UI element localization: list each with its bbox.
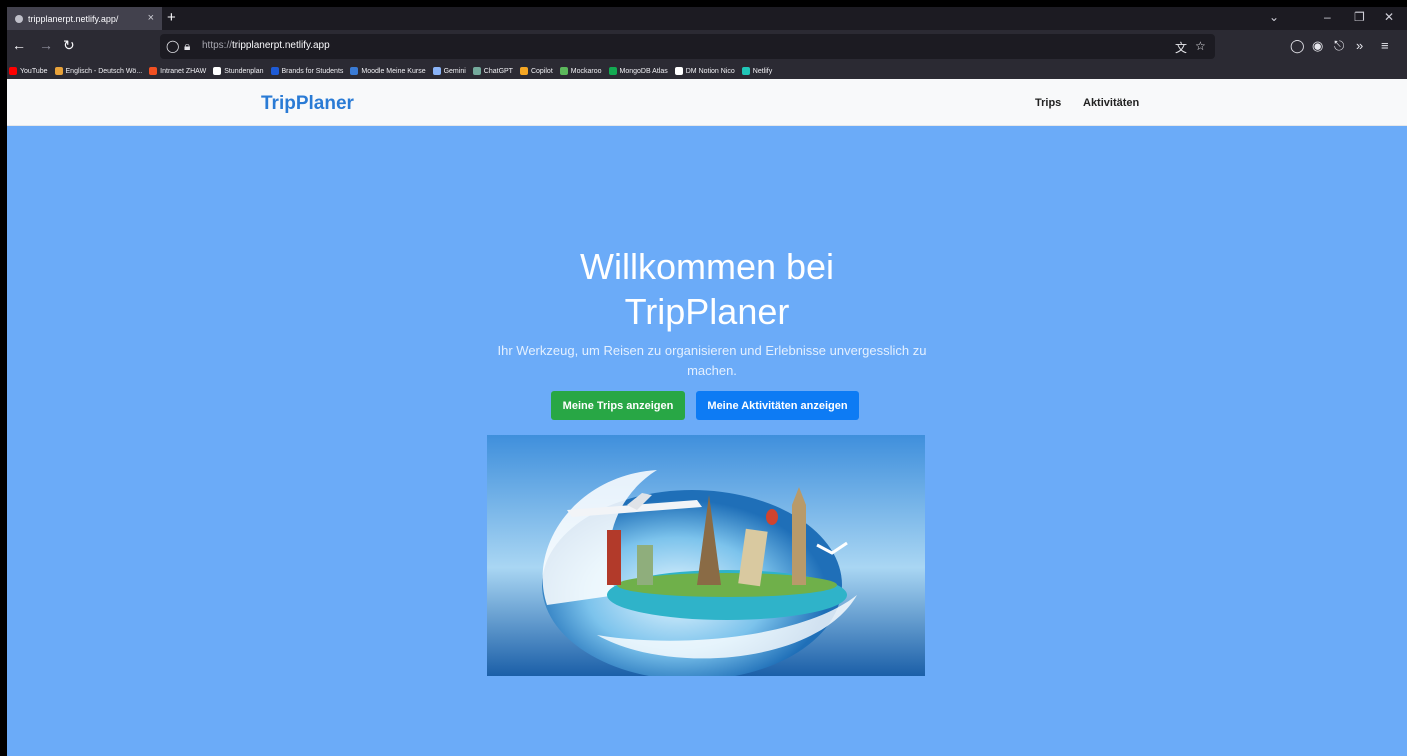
- nav-link-trips[interactable]: Trips: [1035, 97, 1061, 109]
- bookmark-favicon-icon: [213, 67, 222, 75]
- bookmark-item[interactable]: Intranet ZHAW: [149, 67, 206, 75]
- brand-logo[interactable]: TripPlaner: [261, 93, 354, 115]
- address-bar[interactable]: ◯ 🔒︎ https://tripplanerpt.netlify.app 文 …: [160, 34, 1215, 59]
- account-icon[interactable]: ◉: [1312, 38, 1323, 54]
- bookmarks-toolbar: YouTube Englisch - Deutsch Wö... Intranet …: [7, 63, 1407, 79]
- tab-strip: tripplanerpt.netlify.app/ × + ⌄ – ❐ ✕: [7, 7, 1407, 30]
- browser-toolbar: ← → ↻ ◯ 🔒︎ https://tripplanerpt.netlify.…: [7, 30, 1407, 63]
- bookmark-label: DM Notion Nico: [685, 67, 735, 75]
- lock-icon[interactable]: 🔒︎: [184, 39, 190, 54]
- bookmark-label: Netlify: [752, 67, 773, 75]
- bookmark-favicon-icon: [559, 67, 568, 75]
- reload-icon[interactable]: ↻: [63, 38, 75, 52]
- minimize-icon[interactable]: –: [1324, 10, 1331, 24]
- hero-title-line-1: Willkommen bei: [579, 246, 835, 287]
- bookmark-item[interactable]: Mockaroo: [559, 67, 602, 75]
- browser-tab[interactable]: tripplanerpt.netlify.app/ ×: [7, 7, 162, 30]
- tab-title: tripplanerpt.netlify.app/: [28, 13, 119, 24]
- bookmark-label: Copilot: [530, 67, 553, 75]
- back-icon[interactable]: ←: [12, 38, 26, 52]
- bookmark-label: MongoDB Atlas: [619, 67, 668, 75]
- nav-link-aktivitaeten[interactable]: Aktivitäten: [1083, 97, 1139, 109]
- bookmark-item[interactable]: Stundenplan: [213, 67, 264, 75]
- bookmark-label: Mockaroo: [570, 67, 602, 75]
- bookmark-item[interactable]: Netlify: [741, 67, 773, 75]
- bookmark-item[interactable]: Copilot: [519, 67, 553, 75]
- overflow-icon[interactable]: »: [1356, 38, 1363, 53]
- bookmark-label: Brands for Students: [281, 67, 344, 75]
- bookmark-item[interactable]: MongoDB Atlas: [608, 67, 668, 75]
- bookmark-item[interactable]: Brands for Students: [270, 67, 344, 75]
- show-trips-button[interactable]: Meine Trips anzeigen: [551, 391, 685, 420]
- new-tab-button[interactable]: +: [167, 9, 176, 26]
- site-navbar: TripPlaner Trips Aktivitäten: [7, 79, 1407, 126]
- hero-title-line-2: TripPlaner: [624, 291, 790, 332]
- forward-icon[interactable]: →: [39, 38, 53, 52]
- bookmark-label: Moodle Meine Kurse: [361, 67, 426, 75]
- bookmark-label: Englisch - Deutsch Wö...: [65, 67, 143, 75]
- shield-icon[interactable]: ◯: [166, 39, 179, 53]
- menu-icon[interactable]: ≡: [1381, 38, 1389, 53]
- window-close-icon[interactable]: ✕: [1384, 10, 1394, 24]
- bookmark-favicon-icon: [149, 67, 158, 75]
- bookmark-favicon-icon: [741, 67, 750, 75]
- bookmark-item[interactable]: ChatGPT: [472, 67, 513, 75]
- list-tabs-icon[interactable]: ⌄: [1269, 10, 1279, 24]
- page-content: TripPlaner Trips Aktivitäten Willkommen …: [7, 79, 1407, 756]
- url-text[interactable]: https://tripplanerpt.netlify.app: [202, 40, 330, 51]
- bookmark-item[interactable]: DM Notion Nico: [674, 67, 735, 75]
- star-icon[interactable]: ☆: [1195, 39, 1206, 53]
- show-activities-button[interactable]: Meine Aktivitäten anzeigen: [696, 391, 859, 420]
- url-host: tripplanerpt.netlify.app: [232, 40, 330, 51]
- bookmark-label: ChatGPT: [483, 67, 513, 75]
- bookmark-favicon-icon: [432, 67, 441, 75]
- bookmark-item[interactable]: YouTube: [9, 67, 48, 75]
- translate-icon[interactable]: 文: [1175, 39, 1187, 56]
- extensions-icon[interactable]: ⎋: [1334, 38, 1344, 54]
- bookmark-item[interactable]: Moodle Meine Kurse: [350, 67, 426, 75]
- bookmark-label: Gemini: [443, 67, 466, 75]
- bookmark-label: Stundenplan: [224, 67, 264, 75]
- travel-landmarks-image: [487, 435, 925, 676]
- bookmark-favicon-icon: [674, 67, 683, 75]
- bookmark-favicon-icon: [270, 67, 279, 75]
- pocket-icon[interactable]: ◯: [1290, 38, 1305, 54]
- bookmark-favicon-icon: [350, 67, 359, 75]
- site-favicon-icon: [15, 14, 23, 23]
- hero-subtitle: Ihr Werkzeug, um Reisen zu organisieren …: [497, 343, 927, 378]
- close-tab-icon[interactable]: ×: [148, 12, 154, 24]
- restore-icon[interactable]: ❐: [1354, 10, 1365, 24]
- bookmark-favicon-icon: [608, 67, 617, 75]
- hero-title: Willkommen bei TripPlaner: [457, 244, 957, 334]
- bookmark-favicon-icon: [519, 67, 528, 75]
- bookmark-label: Intranet ZHAW: [160, 67, 207, 75]
- bookmark-item[interactable]: Englisch - Deutsch Wö...: [54, 67, 143, 75]
- bookmark-favicon-icon: [54, 67, 63, 75]
- bookmark-favicon-icon: [9, 67, 17, 75]
- bookmark-favicon-icon: [472, 67, 481, 75]
- url-protocol: https://: [202, 40, 233, 51]
- bookmark-label: YouTube: [20, 67, 48, 75]
- bookmark-item[interactable]: Gemini: [432, 67, 466, 75]
